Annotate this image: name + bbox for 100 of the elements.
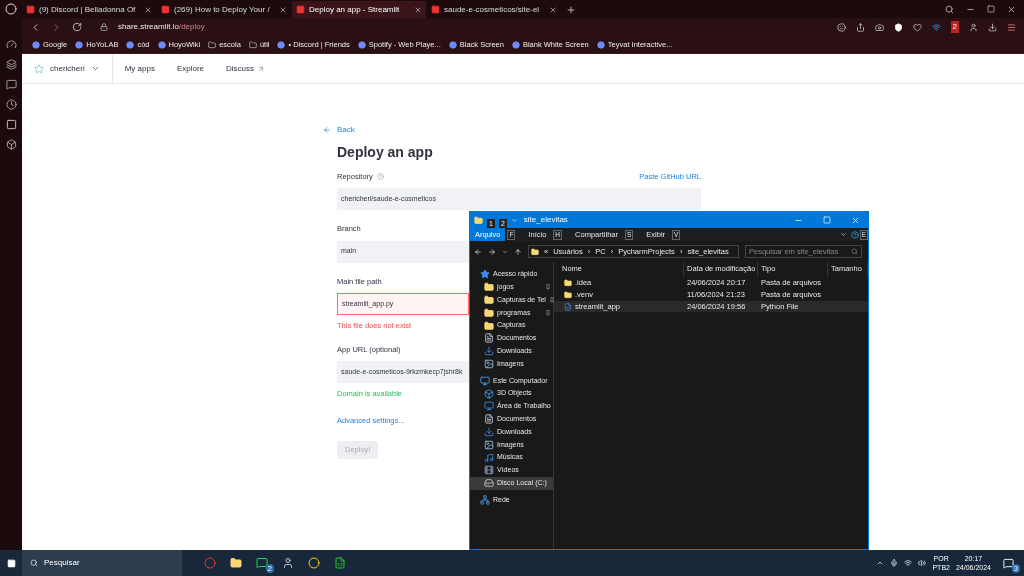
music-icon	[484, 452, 494, 463]
browser-tab[interactable]: saude-e-cosmeticos/site-el	[427, 1, 561, 18]
browser-tab[interactable]: Deploy an app - Streamlit	[292, 1, 426, 18]
favicon-icon	[126, 40, 135, 49]
windows-icon	[6, 558, 16, 568]
folder-icon	[484, 307, 494, 318]
tray-expand-icon[interactable]	[876, 559, 885, 567]
notification-count: 3	[1011, 563, 1020, 573]
page-title: Deploy an app	[337, 143, 433, 162]
network-icon[interactable]	[904, 559, 913, 567]
workspace-name[interactable]: chericheri	[50, 62, 85, 75]
document-icon	[484, 333, 494, 344]
folder-icon	[248, 40, 257, 49]
extension-icon[interactable]	[5, 59, 17, 70]
game-icon[interactable]	[5, 139, 17, 150]
python-file-icon	[564, 302, 572, 311]
favicon-icon	[511, 40, 520, 49]
address-field[interactable]: share.streamlit.io/deploy	[118, 21, 205, 33]
favicon-icon	[296, 5, 305, 14]
arrow-left-icon	[323, 126, 331, 134]
close-icon[interactable]	[851, 215, 860, 225]
workspace-icon	[34, 63, 44, 74]
caret-icon[interactable]	[90, 64, 100, 73]
lock-icon	[100, 23, 108, 31]
pin-icon	[545, 284, 551, 291]
favicon-icon	[357, 40, 366, 49]
folder-icon	[531, 247, 539, 256]
desktop-icon	[484, 401, 494, 412]
image-icon	[484, 439, 494, 450]
favicon-icon	[596, 40, 605, 49]
recent-icon[interactable]	[502, 248, 508, 255]
close-icon[interactable]	[414, 5, 422, 14]
download-icon[interactable]	[988, 22, 997, 32]
browser-tab[interactable]: (9) Discord | Belladonna Of	[22, 1, 156, 18]
history-icon[interactable]	[5, 99, 17, 110]
notifications-icon[interactable]	[1003, 557, 1014, 569]
favicon-icon	[32, 40, 40, 49]
speed-dial-icon[interactable]	[5, 39, 17, 50]
close-icon[interactable]	[144, 5, 152, 14]
microphone-icon[interactable]	[890, 559, 899, 567]
favicon-icon	[157, 40, 166, 49]
menu-icon[interactable]	[1007, 22, 1016, 32]
app-icon[interactable]	[282, 557, 294, 569]
folder-icon	[484, 295, 494, 305]
back-icon[interactable]	[474, 247, 482, 256]
emoji-icon[interactable]	[836, 22, 846, 32]
new-tab-icon[interactable]	[566, 5, 576, 15]
profile-icon[interactable]	[969, 22, 978, 32]
star-icon	[480, 269, 490, 280]
file-explorer-icon[interactable]	[230, 557, 242, 569]
restore-icon[interactable]	[987, 5, 995, 13]
favicon-icon	[75, 40, 84, 49]
forward-icon[interactable]	[488, 247, 496, 256]
favicon-icon	[161, 5, 170, 14]
network-icon	[480, 494, 490, 505]
favicon-icon	[448, 40, 457, 49]
close-icon[interactable]	[549, 5, 557, 14]
up-icon[interactable]	[514, 247, 522, 256]
favicon-icon	[431, 5, 440, 14]
heart-icon[interactable]	[912, 22, 922, 32]
nav-link[interactable]: Explore	[176, 62, 205, 75]
taskbar-search-field[interactable]: Pesquisar	[22, 550, 182, 576]
unread-badge: 2	[265, 564, 274, 573]
volume-icon[interactable]	[918, 559, 927, 567]
share-icon[interactable]	[855, 22, 865, 32]
download-icon	[484, 346, 494, 357]
nav-link[interactable]: Discuss	[226, 62, 255, 75]
folder-icon	[564, 290, 572, 299]
reload-icon[interactable]	[72, 22, 82, 32]
back-link[interactable]: Back	[323, 124, 355, 136]
nav-link[interactable]: My apps	[124, 62, 155, 75]
ribbon-toggle-icon[interactable]	[839, 231, 847, 238]
folder-icon	[474, 215, 483, 225]
film-icon	[484, 465, 494, 476]
pin-icon	[545, 309, 551, 316]
extension-badge[interactable]: 2	[950, 21, 959, 33]
favicon-icon	[26, 5, 35, 14]
search-icon[interactable]	[945, 5, 954, 14]
download-icon	[484, 426, 494, 437]
external-link-icon	[257, 64, 266, 73]
favicon-icon	[277, 40, 286, 49]
close-icon[interactable]	[1007, 5, 1016, 14]
document-icon	[484, 414, 494, 425]
search-icon	[851, 248, 858, 255]
workspace-icon[interactable]	[5, 119, 17, 130]
window-title: site_elevitas	[523, 214, 568, 226]
browser-tab[interactable]: (269) How to Deploy Your /	[157, 1, 291, 18]
image-icon	[484, 358, 494, 369]
app-icon[interactable]	[308, 557, 320, 569]
messenger-icon[interactable]	[5, 79, 17, 90]
search-icon	[30, 559, 38, 567]
folder-icon	[564, 278, 572, 287]
camera-icon[interactable]	[874, 22, 884, 32]
folder-icon	[484, 320, 494, 331]
folder-icon	[484, 282, 494, 293]
shield-icon[interactable]	[893, 22, 903, 32]
help-icon[interactable]	[850, 230, 859, 239]
computer-icon	[480, 375, 490, 386]
close-icon[interactable]	[279, 5, 287, 14]
wifi-icon[interactable]	[931, 22, 941, 32]
